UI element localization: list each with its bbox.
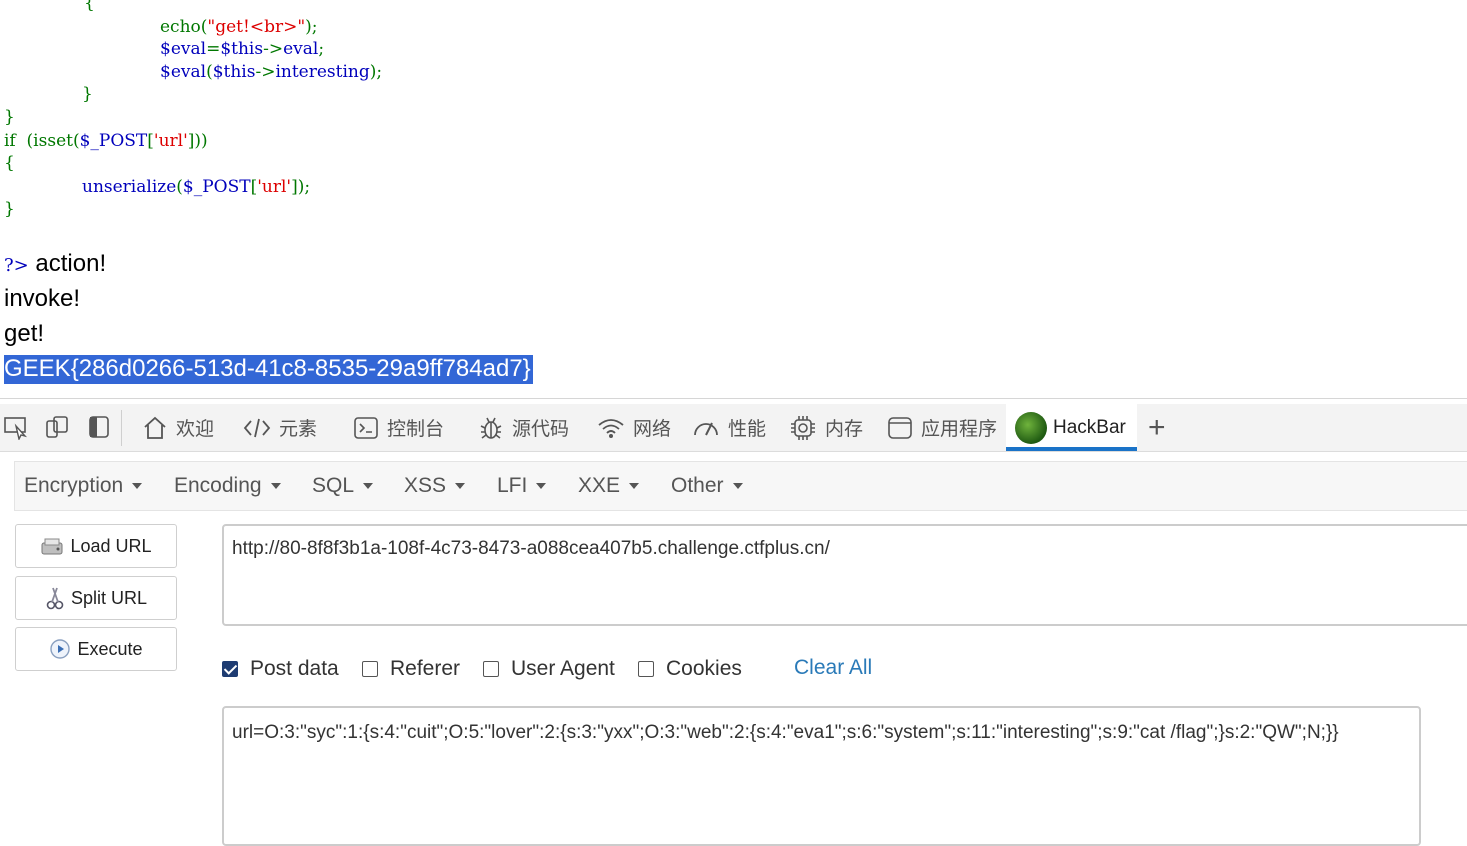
url-value: http://80-8f8f3b1a-108f-4c73-8473-a088ce…: [232, 538, 830, 559]
caret-down-icon: [270, 483, 281, 489]
selected-flag-text[interactable]: GEEK{286d0266-513d-41c8-8535-29a9ff784ad…: [4, 355, 533, 384]
menu-xss[interactable]: XSS: [404, 462, 466, 510]
cookies-checkbox[interactable]: Cookies: [638, 657, 742, 681]
post-data-value: url=O:3:"syc":1:{s:4:"cuit";O:5:"lover":…: [232, 722, 1339, 743]
code-line: $eval($this->interesting);: [160, 62, 383, 82]
code-line: }: [4, 107, 15, 127]
hackbar-menubar: Encryption Encoding SQL XSS LFI XXE Othe…: [14, 461, 1467, 511]
code-line: }: [82, 84, 93, 104]
plus-icon: +: [1148, 410, 1166, 444]
code-line: {: [4, 153, 15, 173]
clear-all-link[interactable]: Clear All: [794, 656, 872, 680]
tab-application[interactable]: 应用程序: [887, 404, 997, 451]
tab-hackbar[interactable]: HackBar: [1006, 404, 1137, 451]
caret-down-icon: [536, 483, 547, 489]
menu-encryption[interactable]: Encryption: [24, 462, 143, 510]
post-data-checkbox[interactable]: Post data: [222, 657, 339, 681]
bug-icon: [480, 417, 502, 439]
tab-memory[interactable]: 内存: [789, 404, 863, 451]
code-line: {: [84, 0, 95, 13]
php-source: { echo("get!<br>"); $eval=$this->eval; $…: [0, 0, 1467, 230]
inspect-icon[interactable]: [3, 414, 29, 442]
split-url-button[interactable]: Split URL: [15, 576, 177, 620]
code-line: unserialize($_POST['url']);: [82, 177, 311, 197]
console-icon: [354, 416, 378, 439]
referer-checkbox[interactable]: Referer: [362, 657, 460, 681]
app-icon: [888, 416, 912, 439]
divider: [121, 410, 122, 446]
code-line: echo("get!<br>");: [160, 17, 318, 37]
output-line: invoke!: [4, 285, 81, 312]
caret-down-icon: [455, 483, 466, 489]
tab-performance[interactable]: 性能: [692, 404, 766, 451]
checkbox-unchecked[interactable]: [483, 661, 499, 677]
tab-console[interactable]: 控制台: [353, 404, 444, 451]
add-tab-button[interactable]: +: [1148, 404, 1166, 451]
home-icon: [144, 416, 166, 439]
execute-button[interactable]: Execute: [15, 627, 177, 671]
url-textarea[interactable]: http://80-8f8f3b1a-108f-4c73-8473-a088ce…: [222, 524, 1467, 626]
play-icon: [50, 639, 71, 659]
code-line: if (isset($_POST['url'])): [4, 131, 208, 151]
caret-down-icon: [629, 483, 640, 489]
menu-sql[interactable]: SQL: [312, 462, 374, 510]
dock-side-icon[interactable]: [87, 414, 113, 440]
post-data-textarea[interactable]: url=O:3:"syc":1:{s:4:"cuit";O:5:"lover":…: [222, 706, 1421, 846]
code-line: }: [4, 199, 15, 219]
menu-xxe[interactable]: XXE: [578, 462, 640, 510]
hackbar-logo-icon: [1015, 411, 1047, 444]
gauge-icon: [694, 422, 718, 435]
load-icon: [41, 538, 63, 555]
chip-icon: [791, 415, 815, 440]
code-icon: [243, 418, 271, 437]
menu-encoding[interactable]: Encoding: [174, 462, 281, 510]
caret-down-icon: [732, 483, 743, 489]
output-line: ?> action!: [4, 250, 107, 277]
device-emulation-icon[interactable]: [44, 414, 70, 440]
checkbox-checked[interactable]: [222, 661, 238, 677]
wifi-icon: [598, 418, 624, 438]
checkbox-unchecked[interactable]: [638, 661, 654, 677]
scissors-icon: [46, 587, 64, 610]
code-line: $eval=$this->eval;: [160, 39, 325, 59]
tab-sources[interactable]: 源代码: [478, 404, 569, 451]
checkbox-unchecked[interactable]: [362, 661, 378, 677]
menu-lfi[interactable]: LFI: [497, 462, 547, 510]
devtools-tabbar: 欢迎 元素 控制台 源代码 网络 性能 内存 应用程序 HackBar +: [0, 404, 1467, 452]
tab-welcome[interactable]: 欢迎: [142, 404, 214, 451]
flag-output[interactable]: GEEK{286d0266-513d-41c8-8535-29a9ff784ad…: [4, 352, 533, 386]
caret-down-icon: [363, 483, 374, 489]
tab-network[interactable]: 网络: [597, 404, 671, 451]
caret-down-icon: [132, 483, 143, 489]
menu-other[interactable]: Other: [671, 462, 743, 510]
load-url-button[interactable]: Load URL: [15, 524, 177, 568]
tab-elements[interactable]: 元素: [243, 404, 317, 451]
output-line: get!: [4, 320, 45, 347]
user-agent-checkbox[interactable]: User Agent: [483, 657, 615, 681]
